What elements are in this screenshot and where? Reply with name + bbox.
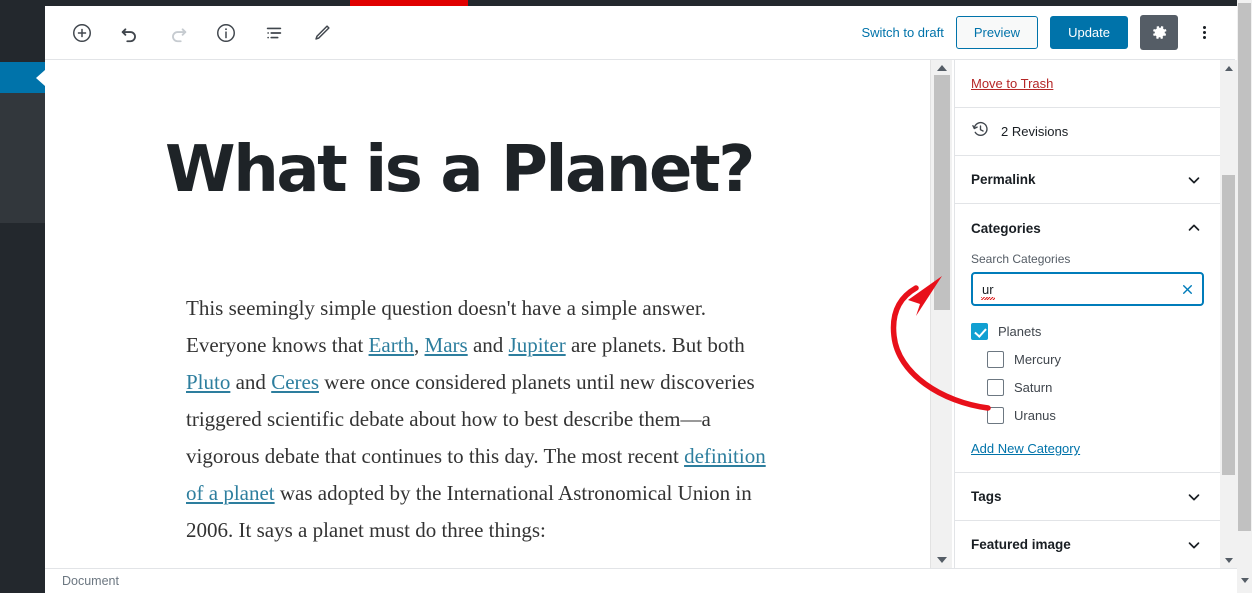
move-to-trash-link[interactable]: Move to Trash [971, 76, 1053, 91]
update-button[interactable]: Update [1050, 16, 1128, 49]
editor-scrollbar[interactable] [930, 60, 952, 568]
category-item-mercury[interactable]: Mercury [971, 345, 1204, 373]
checkbox-mercury[interactable] [987, 350, 1004, 368]
post-paragraph-block[interactable]: This seemingly simple question doesn't h… [186, 290, 786, 549]
checkbox-planets[interactable] [971, 322, 988, 340]
kebab-icon[interactable] [1190, 16, 1218, 50]
admin-bar-strip [45, 0, 1252, 6]
wp-admin-sidebar-active-item[interactable] [0, 62, 45, 93]
editor-canvas: What is a Planet? This seemingly simple … [45, 60, 930, 568]
gear-icon[interactable] [1140, 15, 1178, 50]
category-label: Mercury [1014, 351, 1061, 367]
wp-admin-sidebar [0, 0, 45, 593]
chevron-down-icon [1184, 535, 1204, 555]
category-item-planets[interactable]: Planets [971, 317, 1204, 345]
wp-admin-sidebar-group [0, 93, 45, 223]
kebab-dot [1202, 26, 1206, 30]
search-categories-wrapper [971, 272, 1204, 306]
settings-panel-scrollbar-thumb[interactable] [1222, 175, 1235, 475]
post-link-5[interactable]: Jupiter [509, 333, 566, 357]
category-item-saturn[interactable]: Saturn [971, 373, 1204, 401]
preview-button[interactable]: Preview [955, 16, 1039, 49]
info-icon[interactable] [209, 16, 243, 50]
categories-panel-body: Search Categories Planets [955, 252, 1220, 473]
kebab-dot [1202, 31, 1206, 34]
breadcrumb[interactable]: Document [62, 574, 119, 588]
category-label: Uranus [1014, 407, 1056, 423]
checkbox-uranus[interactable] [987, 406, 1004, 424]
search-categories-input[interactable] [971, 272, 1204, 306]
document-settings-panel: Move to Trash 2 Revisions Permalink Cate… [954, 60, 1220, 568]
scroll-down-icon[interactable] [931, 552, 953, 568]
list-view-icon[interactable] [257, 16, 291, 50]
editor-toolbar-right: Switch to draft Preview Update [861, 15, 1218, 50]
editor-header-toolbar: Switch to draft Preview Update [45, 6, 1235, 60]
add-block-icon[interactable] [65, 16, 99, 50]
chevron-down-icon [1184, 487, 1204, 507]
settings-panel-scrollbar[interactable] [1220, 60, 1237, 568]
scroll-down-icon[interactable] [1237, 573, 1252, 587]
kebab-dot [1202, 35, 1206, 39]
scroll-up-icon[interactable] [1220, 60, 1237, 76]
edit-pencil-icon[interactable] [305, 16, 339, 50]
clear-x-icon[interactable] [1178, 280, 1196, 298]
switch-to-draft-link[interactable]: Switch to draft [861, 25, 943, 40]
add-new-category-link[interactable]: Add New Category [971, 441, 1080, 456]
section-categories-title: Categories [971, 220, 1041, 236]
clock-revisions-icon [971, 120, 990, 144]
wordpress-block-editor: Switch to draft Preview Update What is a… [0, 0, 1252, 593]
browser-scrollbar[interactable] [1237, 0, 1252, 593]
admin-bar-red-segment [350, 0, 468, 6]
search-categories-label: Search Categories [971, 252, 1071, 266]
scroll-down-icon[interactable] [1220, 552, 1237, 568]
editor-scrollbar-thumb[interactable] [934, 75, 950, 310]
chevron-up-icon [1184, 218, 1204, 238]
category-item-uranus[interactable]: Uranus [971, 401, 1204, 429]
section-featured-image-title: Featured image [971, 537, 1071, 552]
undo-icon[interactable] [113, 16, 147, 50]
post-link-7[interactable]: Pluto [186, 370, 230, 394]
move-to-trash-row: Move to Trash [955, 60, 1220, 108]
category-label: Planets [998, 323, 1042, 339]
revisions-row[interactable]: 2 Revisions [955, 108, 1220, 156]
checkbox-saturn[interactable] [987, 378, 1004, 396]
post-title[interactable]: What is a Planet? [165, 138, 925, 202]
editor-toolbar-left [65, 16, 339, 50]
category-label: Saturn [1014, 379, 1053, 395]
section-permalink[interactable]: Permalink [955, 156, 1220, 204]
section-tags-title: Tags [971, 489, 1002, 504]
post-link-3[interactable]: Mars [425, 333, 468, 357]
revisions-label: 2 Revisions [1001, 124, 1069, 139]
section-categories[interactable]: Categories [955, 204, 1220, 252]
browser-scrollbar-thumb[interactable] [1238, 3, 1251, 531]
section-tags[interactable]: Tags [955, 473, 1220, 521]
redo-icon [161, 16, 195, 50]
chevron-down-icon [1184, 170, 1204, 190]
post-link-1[interactable]: Earth [369, 333, 414, 357]
post-link-11[interactable]: definition of a planet [186, 444, 766, 505]
section-featured-image[interactable]: Featured image [955, 521, 1220, 568]
categories-list: Planets Mercury Saturn Uranus [971, 317, 1204, 429]
post-link-9[interactable]: Ceres [271, 370, 319, 394]
section-permalink-title: Permalink [971, 172, 1036, 187]
editor-status-bar: Document [45, 568, 1237, 593]
scroll-up-icon[interactable] [931, 60, 953, 76]
